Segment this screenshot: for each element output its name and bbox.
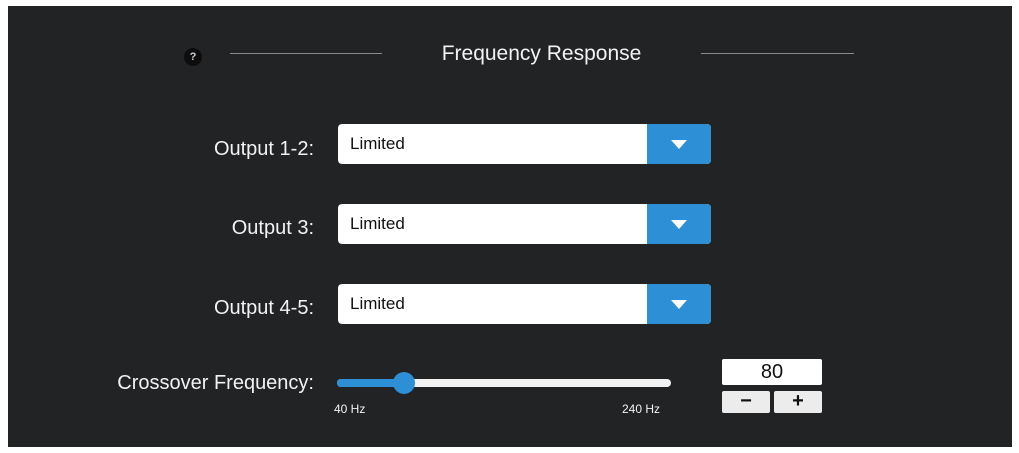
- output-4-5-value: Limited: [350, 294, 405, 313]
- output-3-select[interactable]: Limited: [338, 204, 711, 244]
- slider-max-label: 240 Hz: [622, 402, 661, 416]
- output-4-5-select[interactable]: Limited: [338, 284, 711, 324]
- crossover-frequency-slider[interactable]: [337, 372, 671, 394]
- output-1-2-select[interactable]: Limited: [338, 124, 711, 164]
- output-3-value: Limited: [350, 214, 405, 233]
- output-4-5-label: Output 4-5:: [213, 297, 314, 319]
- output-3-label: Output 3:: [231, 217, 314, 239]
- slider-min-label: 40 Hz: [334, 402, 366, 416]
- output-1-2-value: Limited: [350, 134, 405, 153]
- crossover-frequency-value[interactable]: 80: [722, 359, 822, 385]
- crossover-frequency-label: Crossover Frequency:: [117, 372, 314, 394]
- decrement-button[interactable]: −: [722, 391, 770, 413]
- output-1-2-label: Output 1-2:: [213, 138, 314, 160]
- panel-title: Frequency Response: [441, 42, 642, 65]
- chevron-down-icon: [671, 220, 687, 229]
- chevron-down-icon: [671, 140, 687, 149]
- title-divider-left: [230, 53, 382, 54]
- output-4-5-dropdown-button[interactable]: [647, 284, 711, 324]
- help-icon[interactable]: ?: [184, 48, 202, 66]
- slider-thumb[interactable]: [393, 372, 415, 394]
- increment-button[interactable]: +: [774, 391, 822, 413]
- title-divider-right: [701, 53, 854, 54]
- output-1-2-dropdown-button[interactable]: [647, 124, 711, 164]
- output-3-dropdown-button[interactable]: [647, 204, 711, 244]
- chevron-down-icon: [671, 300, 687, 309]
